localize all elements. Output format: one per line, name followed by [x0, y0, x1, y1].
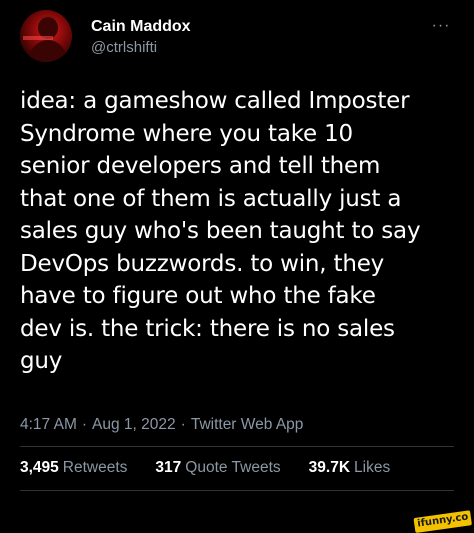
author-identity: Cain Maddox @ctrlshifti [91, 17, 191, 59]
tweet-body: idea: a gameshow called Imposter Syndrom… [20, 88, 421, 374]
meta-separator: · [180, 416, 186, 433]
likes-count: 39.7K [308, 459, 351, 476]
meta-separator: · [81, 416, 88, 433]
avatar[interactable] [20, 10, 72, 62]
tweet-time[interactable]: 4:17 AM [20, 416, 77, 433]
tweet-metadata: 4:17 AM · Aug 1, 2022 · Twitter Web App [20, 414, 303, 436]
author-display-name[interactable]: Cain Maddox [91, 17, 191, 37]
ellipsis-icon[interactable]: ··· [428, 16, 454, 36]
author-handle[interactable]: @ctrlshifti [91, 37, 191, 59]
avatar-photo [23, 17, 68, 62]
likes-label: Likes [354, 459, 391, 476]
retweets-label: Retweets [62, 459, 128, 476]
quote-tweets-count: 317 [155, 459, 182, 476]
quote-tweets-stat[interactable]: 317 Quote Tweets [155, 459, 280, 477]
tweet-card: Cain Maddox @ctrlshifti ··· idea: a game… [0, 0, 474, 533]
tweet-source[interactable]: Twitter Web App [191, 416, 304, 433]
tweet-date[interactable]: Aug 1, 2022 [92, 416, 176, 433]
divider [20, 490, 454, 491]
retweets-count: 3,495 [20, 459, 59, 476]
quote-tweets-label: Quote Tweets [185, 459, 281, 476]
divider [20, 446, 454, 447]
likes-stat[interactable]: 39.7K Likes [309, 459, 391, 477]
tweet-stats: 3,495 Retweets 317 Quote Tweets 39.7K Likes [20, 451, 418, 485]
tweet-header: Cain Maddox @ctrlshifti ··· [20, 10, 454, 68]
retweets-stat[interactable]: 3,495 Retweets [20, 459, 127, 477]
watermark-logo: ifunny.co [413, 510, 472, 533]
